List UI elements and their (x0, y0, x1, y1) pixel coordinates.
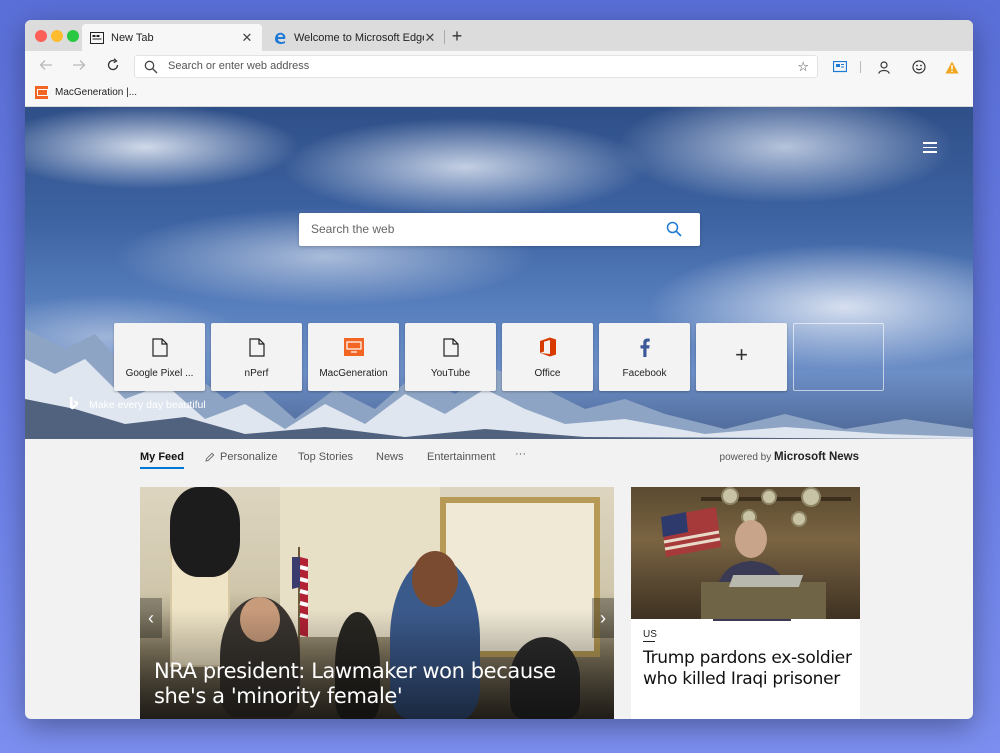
add-top-site-button[interactable]: + (696, 323, 787, 391)
macgeneration-icon (343, 337, 364, 357)
browser-window: New Tab ✕ Welcome to Microsoft Edge Cana… (25, 20, 973, 719)
reading-view-icon (833, 60, 847, 72)
tab-top-stories[interactable]: Top Stories (298, 451, 353, 463)
top-site-label: nPerf (244, 368, 269, 379)
favorite-macgeneration[interactable]: MacGeneration |... (35, 86, 137, 99)
back-button[interactable] (37, 58, 55, 76)
top-site-label: Facebook (622, 368, 667, 379)
close-icon[interactable]: ✕ (423, 30, 437, 46)
page-icon (441, 337, 461, 357)
tab-label: Welcome to Microsoft Edge Canary (294, 31, 424, 44)
top-site-google-pixel[interactable]: Google Pixel ... (114, 323, 205, 391)
tab-welcome-edge[interactable]: Welcome to Microsoft Edge Canary ✕ (265, 24, 445, 51)
top-site-nperf[interactable]: nPerf (211, 323, 302, 391)
address-bar[interactable]: Search or enter web address ☆ (134, 55, 818, 78)
macgeneration-icon (35, 86, 48, 99)
web-search-input[interactable]: Search the web (311, 213, 394, 246)
tab-strip: New Tab ✕ Welcome to Microsoft Edge Cana… (25, 20, 973, 51)
warning-icon (945, 61, 959, 73)
maximize-window-button[interactable] (67, 30, 79, 42)
top-site-youtube[interactable]: YouTube (405, 323, 496, 391)
top-site-facebook[interactable]: Facebook (599, 323, 690, 391)
arrow-right-icon (73, 60, 86, 70)
forward-button[interactable] (70, 58, 88, 76)
close-icon[interactable]: ✕ (240, 30, 254, 46)
top-site-label: MacGeneration (319, 368, 388, 379)
feedback-button[interactable] (910, 58, 928, 76)
carousel-prev-button[interactable]: ‹ (140, 598, 162, 638)
more-options-button[interactable]: ··· (515, 448, 526, 460)
settings-menu-icon[interactable] (923, 142, 937, 153)
carousel-next-button[interactable]: › (592, 598, 614, 638)
newtab-icon (90, 31, 104, 45)
top-site-label: Office (534, 368, 561, 379)
edge-icon (273, 31, 287, 45)
office-icon (538, 337, 558, 357)
arrow-left-icon (39, 60, 52, 70)
favorite-label: MacGeneration |... (55, 87, 138, 98)
facebook-icon (635, 337, 655, 357)
tab-new-tab[interactable]: New Tab ✕ (82, 24, 262, 51)
bing-tagline[interactable]: Make every day beautiful (69, 396, 206, 413)
person-icon (878, 60, 890, 74)
favorites-bar: MacGeneration |... (25, 82, 973, 107)
tab-entertainment[interactable]: Entertainment (427, 451, 495, 463)
bing-logo-icon (69, 396, 79, 413)
collections-button[interactable] (831, 58, 849, 76)
side-story-card[interactable]: US Trump pardons ex-soldier who killed I… (631, 487, 860, 719)
top-sites: Google Pixel ... nPerf MacGeneration You… (114, 323, 890, 391)
web-search-box[interactable]: Search the web (299, 213, 700, 246)
empty-top-site-slot[interactable] (793, 323, 884, 391)
tab-personalize[interactable]: Personalize (205, 451, 277, 463)
main-story-headline[interactable]: NRA president: Lawmaker won because she'… (154, 659, 604, 709)
search-icon (144, 60, 158, 74)
news-feed-nav: My Feed Personalize Top Stories News Ent… (25, 439, 973, 487)
microsoft-news-brand: Microsoft News (774, 451, 859, 463)
toolbar: Search or enter web address ☆ (25, 51, 973, 82)
add-icon: + (735, 342, 748, 367)
warning-button[interactable] (943, 58, 961, 76)
tagline-text: Make every day beautiful (89, 398, 206, 411)
refresh-icon (107, 58, 119, 71)
tab-news[interactable]: News (376, 451, 404, 463)
laptop-image (728, 575, 804, 587)
tab-my-feed[interactable]: My Feed (140, 451, 185, 469)
new-tab-button[interactable]: + (449, 26, 465, 46)
main-story-card[interactable]: ‹ › NRA president: Lawmaker won because … (140, 487, 614, 719)
tab-label: New Tab (111, 31, 154, 44)
page-icon (247, 337, 267, 357)
star-icon[interactable]: ☆ (797, 59, 809, 75)
story-category-tag[interactable]: US (643, 629, 657, 642)
powered-by: powered by Microsoft News (720, 451, 859, 463)
side-story-headline[interactable]: Trump pardons ex-soldier who killed Iraq… (643, 648, 853, 690)
top-site-office[interactable]: Office (502, 323, 593, 391)
search-icon[interactable] (666, 221, 682, 242)
close-window-button[interactable] (35, 30, 47, 42)
profile-button[interactable] (875, 58, 893, 76)
minimize-window-button[interactable] (51, 30, 63, 42)
tab-personalize-label: Personalize (220, 451, 278, 463)
story-image (631, 487, 860, 621)
smiley-icon (912, 60, 926, 74)
new-tab-hero: Search the web Google Pixel ... nPerf Ma… (25, 107, 973, 439)
toolbar-divider (860, 61, 861, 73)
tab-divider (444, 30, 445, 44)
address-input[interactable]: Search or enter web address (168, 56, 309, 77)
top-site-label: Google Pixel ... (125, 368, 194, 379)
pencil-icon (205, 452, 215, 462)
page-icon (150, 337, 170, 357)
refresh-button[interactable] (104, 58, 122, 76)
top-site-label: YouTube (430, 368, 471, 379)
powered-by-text: powered by (719, 452, 772, 463)
top-site-macgeneration[interactable]: MacGeneration (308, 323, 399, 391)
